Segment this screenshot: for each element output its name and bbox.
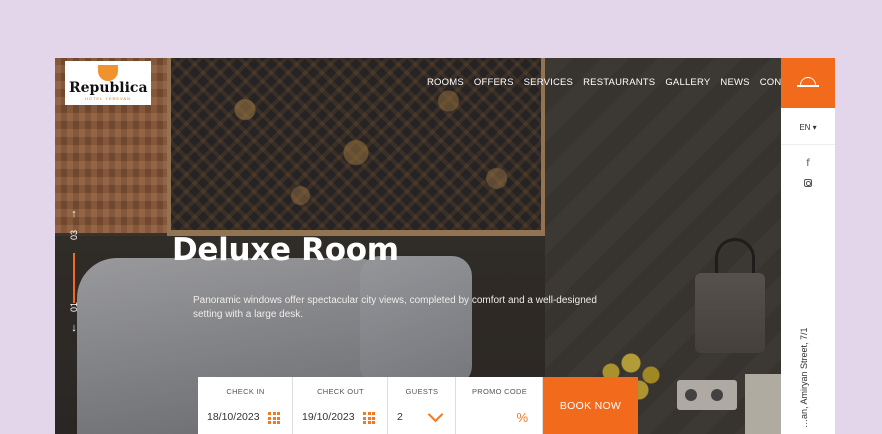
logo-name: Republica xyxy=(69,80,148,96)
calendar-icon[interactable] xyxy=(363,412,375,424)
check-in-label: CHECK IN xyxy=(226,387,265,396)
check-out-field[interactable]: CHECK OUT 19/10/2023 xyxy=(293,377,388,434)
nav-item-gallery[interactable]: GALLERY xyxy=(665,77,710,88)
hotel-address: …an, Amiryan Street, 7/1 xyxy=(799,327,809,428)
hero-title: Deluxe Room xyxy=(172,232,399,268)
language-select[interactable]: EN ▾ xyxy=(781,123,835,132)
website-frame: Republica HOTEL YEREVAN ROOMS OFFERS SER… xyxy=(55,58,835,434)
sidebar-top-button[interactable] xyxy=(781,58,835,108)
nav-item-news[interactable]: NEWS xyxy=(720,77,749,88)
guests-label: GUESTS xyxy=(405,387,439,396)
main-nav: ROOMS OFFERS SERVICES RESTAURANTS GALLER… xyxy=(427,77,781,88)
slider-controls: ↑ 03 01 ↓ xyxy=(65,208,83,358)
nav-item-restaurants[interactable]: RESTAURANTS xyxy=(583,77,655,88)
slider-progress-fill xyxy=(73,253,75,303)
check-out-label: CHECK OUT xyxy=(317,387,364,396)
bell-icon xyxy=(797,77,819,87)
facebook-icon[interactable]: f xyxy=(781,158,835,169)
logo-emblem-icon xyxy=(98,65,118,81)
guests-select[interactable]: GUESTS 2 xyxy=(388,377,456,434)
hotel-logo[interactable]: Republica HOTEL YEREVAN xyxy=(65,61,151,105)
calendar-icon[interactable] xyxy=(268,412,280,424)
check-in-field[interactable]: CHECK IN 18/10/2023 xyxy=(198,377,293,434)
nav-item-rooms[interactable]: ROOMS xyxy=(427,77,464,88)
booking-bar: CHECK IN 18/10/2023 CHECK OUT 19/10/2023… xyxy=(198,377,638,434)
nav-item-services[interactable]: SERVICES xyxy=(524,77,573,88)
logo-subtitle: HOTEL YEREVAN xyxy=(84,96,132,101)
instagram-icon[interactable] xyxy=(804,179,812,187)
promo-code-label: PROMO CODE xyxy=(471,387,528,396)
slide-current: 01 xyxy=(69,302,79,313)
sidebar-divider xyxy=(781,144,835,145)
percent-icon: % xyxy=(516,410,528,425)
book-now-button[interactable]: BOOK NOW xyxy=(543,377,638,434)
slide-total: 03 xyxy=(69,230,79,241)
hero-image: Republica HOTEL YEREVAN ROOMS OFFERS SER… xyxy=(55,58,781,434)
promo-code-field[interactable]: PROMO CODE % xyxy=(456,377,543,434)
right-sidebar: EN ▾ f …an, Amiryan Street, 7/1 xyxy=(781,58,835,434)
nav-item-contacts[interactable]: CONTACTS xyxy=(760,77,781,88)
arrow-up-icon[interactable]: ↑ xyxy=(65,208,83,220)
arrow-down-icon[interactable]: ↓ xyxy=(65,322,83,334)
nav-item-offers[interactable]: OFFERS xyxy=(474,77,514,88)
hero-description: Panoramic windows offer spectacular city… xyxy=(193,295,597,320)
